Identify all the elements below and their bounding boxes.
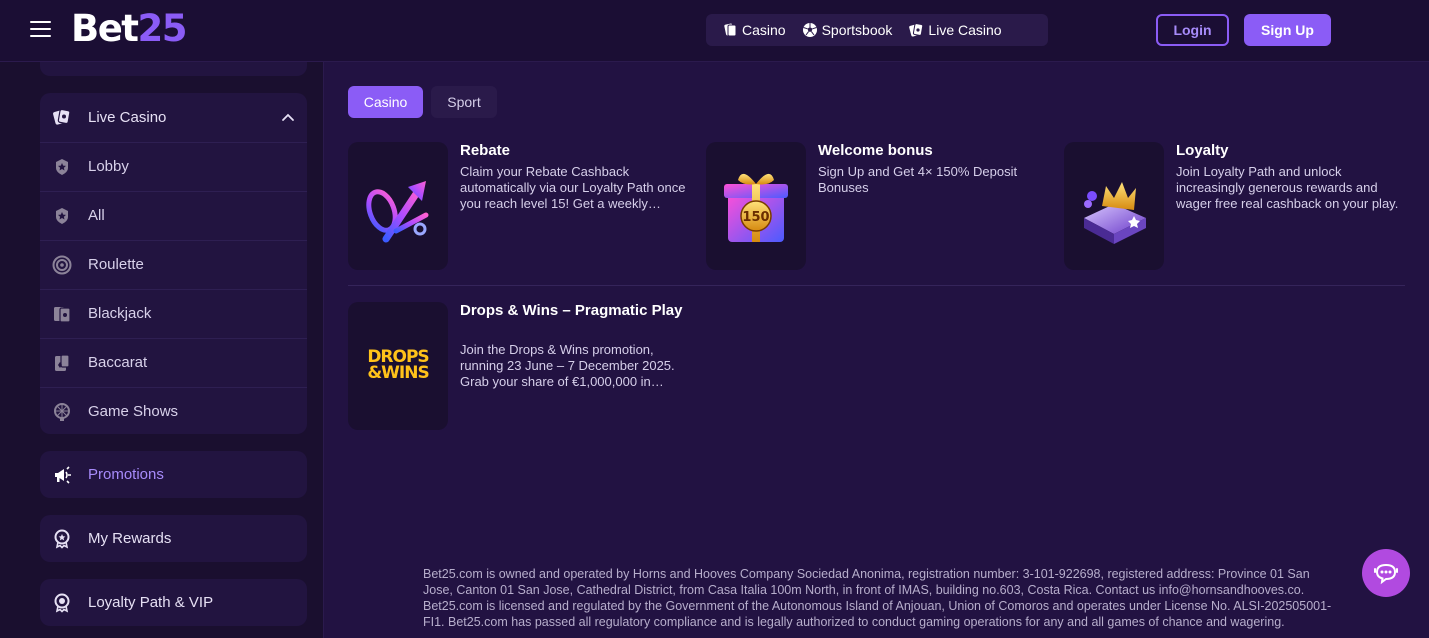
sidebar-item-blackjack[interactable]: Blackjack	[40, 289, 307, 337]
sidebar-item-label: Live Casino	[88, 108, 167, 126]
legal-footer: Bet25.com is owned and operated by Horns…	[423, 566, 1333, 630]
sidebar-item-label: Promotions	[88, 466, 164, 483]
promo-card-loyalty[interactable]: Loyalty Join Loyalty Path and unlock inc…	[1064, 142, 1404, 270]
gift-box-150-image: 150	[706, 142, 806, 270]
promo-description: Claim your Rebate Cashback automatically…	[460, 164, 686, 211]
nav-live-casino[interactable]: Live Casino	[900, 14, 1009, 46]
award-icon	[51, 592, 73, 614]
promo-title: Loyalty	[1176, 142, 1229, 159]
sidebar-item-my-rewards[interactable]: My Rewards	[40, 515, 307, 562]
cards-icon	[724, 23, 737, 37]
drops-logo-line2: &WINS	[367, 363, 428, 383]
top-header: Bet25 Casino Sportsbook Live Casino Logi…	[0, 0, 1429, 62]
badge-icon	[51, 156, 73, 178]
sidebar-item-game-shows[interactable]: Game Shows	[40, 387, 307, 434]
nav-live-casino-label: Live Casino	[928, 22, 1002, 38]
roulette-icon	[51, 254, 73, 276]
award-icon	[51, 528, 73, 550]
promo-divider	[348, 285, 1405, 286]
footer-license-text: Bet25.com is licensed and regulated by t…	[423, 599, 1332, 629]
sidebar-item-lobby[interactable]: Lobby	[40, 142, 307, 190]
sidebar-item-label: Game Shows	[88, 403, 179, 420]
promotions-main: Casino Sport Rebate Claim your Rebate Ca…	[324, 62, 1429, 638]
sidebar-item-label: Lobby	[88, 158, 129, 175]
login-button[interactable]: Login	[1156, 14, 1229, 46]
promo-description: Join the Drops & Wins promotion, running…	[460, 342, 675, 389]
sidebar-live-casino-group: Live Casino Lobby All Roulette Blackjack…	[40, 93, 307, 434]
promo-title: Welcome bonus	[818, 142, 933, 159]
nav-sportsbook[interactable]: Sportsbook	[794, 14, 901, 46]
sidebar-item-label: Blackjack	[88, 305, 152, 322]
nav-sportsbook-label: Sportsbook	[821, 22, 893, 38]
nav-casino[interactable]: Casino	[706, 14, 794, 46]
sidebar-item-promotions[interactable]: Promotions	[40, 451, 307, 498]
game-show-icon	[51, 401, 73, 423]
promo-description: Sign Up and Get 4× 150% Deposit Bonuses	[818, 164, 1018, 195]
chat-support-icon	[1374, 563, 1398, 585]
promo-description: Join Loyalty Path and unlock increasingl…	[1176, 164, 1399, 211]
tab-casino[interactable]: Casino	[348, 86, 423, 118]
footer-ownership-text: Bet25.com is owned and operated by Horns…	[423, 567, 1310, 597]
logo-text: Bet	[71, 7, 139, 50]
baccarat-cards-icon	[51, 352, 73, 374]
sidebar-item-live-casino[interactable]: Live Casino	[40, 93, 307, 141]
sidebar-item-roulette[interactable]: Roulette	[40, 240, 307, 288]
soccer-ball-icon	[802, 23, 817, 37]
sidebar-item-label: Loyalty Path & VIP	[88, 594, 214, 611]
chevron-up-icon[interactable]	[281, 110, 295, 124]
logo-number: 25	[137, 7, 187, 50]
sidebar-item-label: All	[88, 207, 105, 224]
tab-sport[interactable]: Sport	[431, 86, 497, 118]
chat-support-button[interactable]	[1362, 549, 1410, 597]
sidebar-item-label: My Rewards	[88, 530, 172, 547]
sidebar-item-all[interactable]: All	[40, 191, 307, 239]
rebate-arrows-image	[348, 142, 448, 270]
sidebar-item-label: Roulette	[88, 256, 144, 273]
sidebar: Live Casino Lobby All Roulette Blackjack…	[0, 62, 324, 638]
badge-icon	[51, 205, 73, 227]
blackjack-cards-icon	[51, 303, 73, 325]
sidebar-previous-section	[40, 62, 307, 76]
promo-title: Rebate	[460, 142, 511, 159]
drops-and-wins-logo: DROPS &WINS	[348, 302, 448, 430]
promo-card-drops-and-wins[interactable]: DROPS &WINS Drops & Wins – Pragmatic Pla…	[348, 302, 688, 430]
live-cards-icon	[909, 23, 924, 37]
sidebar-item-baccarat[interactable]: Baccarat	[40, 338, 307, 386]
signup-button[interactable]: Sign Up	[1244, 14, 1331, 46]
promo-card-welcome-bonus[interactable]: 150 Welcome bonus Sign Up and Get 4× 150…	[706, 142, 1046, 270]
sidebar-item-loyalty-path[interactable]: Loyalty Path & VIP	[40, 579, 307, 626]
gift-badge-text: 150	[742, 210, 769, 225]
menu-icon[interactable]	[30, 21, 51, 38]
megaphone-icon	[51, 464, 73, 486]
promo-card-rebate[interactable]: Rebate Claim your Rebate Cashback automa…	[348, 142, 688, 270]
product-nav: Casino Sportsbook Live Casino	[706, 14, 1048, 46]
crown-pedestal-image	[1064, 142, 1164, 270]
sidebar-item-label: Baccarat	[88, 354, 148, 371]
logo[interactable]: Bet25	[71, 7, 187, 50]
live-cards-icon	[51, 106, 73, 128]
promo-title: Drops & Wins – Pragmatic Play	[460, 302, 683, 319]
nav-casino-label: Casino	[742, 22, 786, 38]
